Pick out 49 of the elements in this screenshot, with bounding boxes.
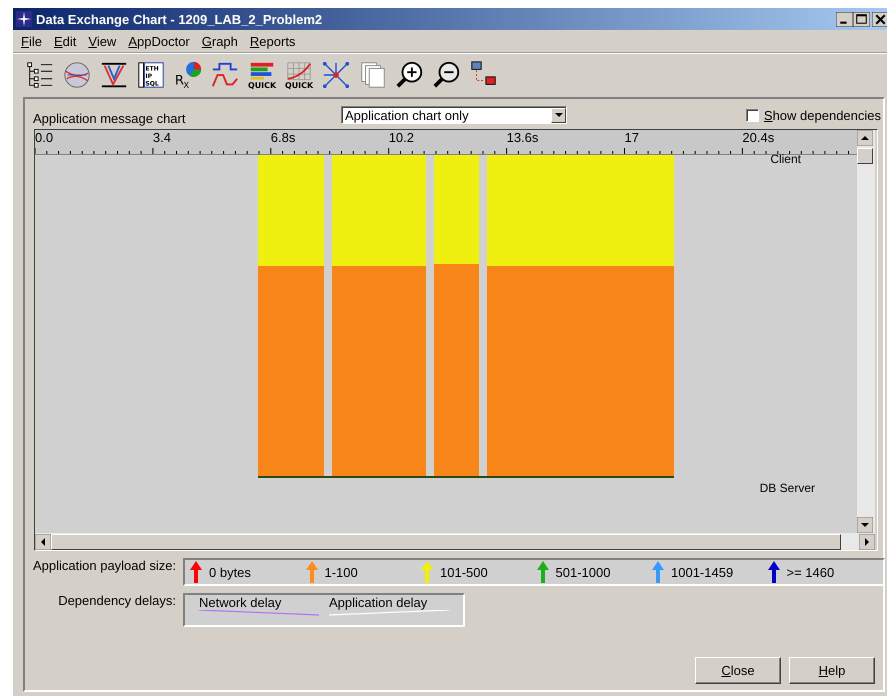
star-icon <box>16 11 32 27</box>
network-icon[interactable] <box>321 60 351 90</box>
legend-text: Network delay <box>199 595 282 610</box>
funnel-icon[interactable] <box>99 60 129 90</box>
legend-text: 101-500 <box>440 564 488 580</box>
dialog-button[interactable]: Help <box>789 657 875 684</box>
legend-label: Dependency delays: <box>57 593 176 608</box>
scroll-up-icon[interactable] <box>857 130 873 146</box>
legend-text: Application delay <box>329 595 428 610</box>
legend-text: >= 1460 <box>786 564 834 580</box>
menu-item[interactable]: File <box>15 34 48 48</box>
window-title: Data Exchange Chart - 1209_LAB_2_Problem2 <box>36 12 324 26</box>
menu-item[interactable]: View <box>82 34 122 48</box>
menu-item[interactable]: AppDoctor <box>122 34 196 48</box>
zoom-in-icon[interactable] <box>395 60 425 90</box>
legend-label: Application payload size: <box>33 558 176 573</box>
globe-icon[interactable] <box>62 60 92 90</box>
tick-label: 6.8s <box>270 130 296 145</box>
scroll-left-icon[interactable] <box>35 534 51 550</box>
tick-label: 10.2 <box>388 130 414 145</box>
legend-text: 501-1000 <box>556 564 610 580</box>
tier-label: Client <box>770 152 801 166</box>
tier-label: DB Server <box>760 481 815 495</box>
checkbox[interactable] <box>746 108 759 122</box>
tick-label: 17 <box>624 130 639 145</box>
legend-text: 0 bytes <box>209 564 251 580</box>
legend-text: 1-100 <box>324 564 358 580</box>
minimize-icon[interactable] <box>836 12 853 26</box>
close-icon[interactable] <box>872 12 887 26</box>
menu-item[interactable]: Reports <box>244 34 302 48</box>
tick-label: 3.4 <box>152 130 171 145</box>
scroll-right-icon[interactable] <box>859 534 875 550</box>
zoom-out-icon[interactable] <box>432 60 462 90</box>
maximize-icon[interactable] <box>853 12 870 26</box>
dialog-button[interactable]: Close <box>695 657 781 684</box>
chart-label: Application message chart <box>33 110 186 126</box>
view-dropdown[interactable]: Application chart only <box>341 106 567 124</box>
legend-text: 1001-1459 <box>671 564 734 580</box>
scroll-down-icon[interactable] <box>857 517 873 533</box>
tick-label: 13.6s <box>506 130 538 145</box>
tick-label: 0.0 <box>35 130 54 145</box>
caret-icon <box>554 113 562 117</box>
menu-item[interactable]: Edit <box>48 34 82 48</box>
tree-icon[interactable] <box>25 60 55 90</box>
scroll-thumb[interactable] <box>857 148 873 164</box>
vertical-scrollbar[interactable] <box>857 130 875 533</box>
tick-label: 20.4s <box>742 130 774 145</box>
menu-item[interactable]: Graph <box>196 34 244 48</box>
checkbox-label: Show dependencies <box>764 108 881 122</box>
